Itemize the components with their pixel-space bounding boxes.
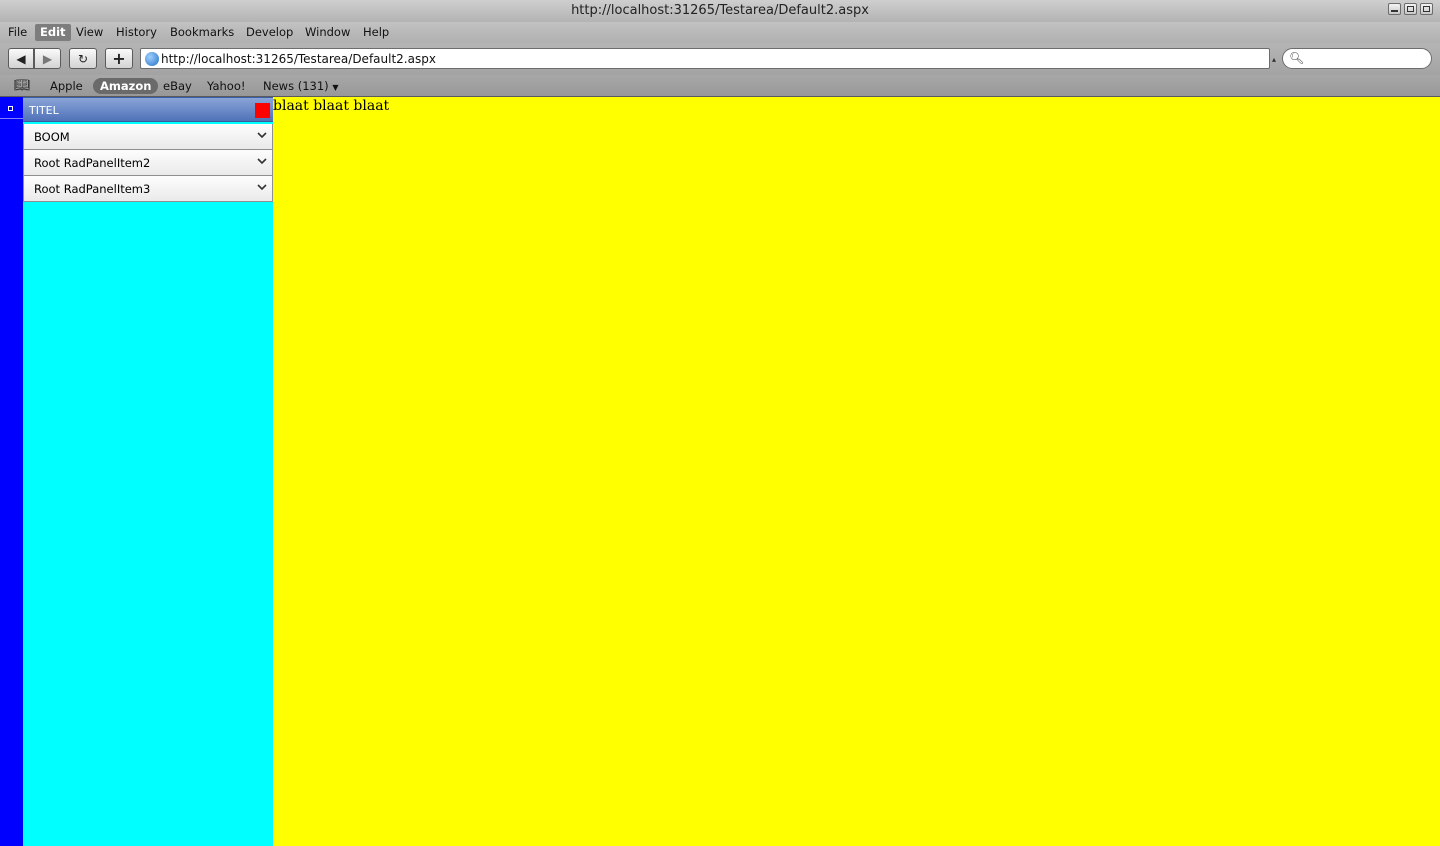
panel-item-root-2[interactable]: Root RadPanelItem2 xyxy=(23,150,273,176)
menu-window[interactable]: Window xyxy=(300,24,355,41)
menu-bookmarks[interactable]: Bookmarks xyxy=(165,24,239,41)
address-bar[interactable] xyxy=(140,48,1270,69)
menu-file[interactable]: File xyxy=(3,24,32,41)
window-titlebar: http://localhost:31265/Testarea/Default2… xyxy=(0,0,1440,22)
pane-title: TITEL xyxy=(29,104,59,117)
menu-edit[interactable]: Edit xyxy=(35,24,71,41)
web-page: TITEL BOOM Root RadPanelItem2 Root RadPa… xyxy=(0,97,1440,846)
search-input[interactable] xyxy=(1309,51,1424,66)
menu-view[interactable]: View xyxy=(71,24,108,41)
panel-item-label: BOOM xyxy=(34,130,70,144)
side-pane: TITEL BOOM Root RadPanelItem2 Root RadPa… xyxy=(23,97,273,846)
bookmark-yahoo[interactable]: Yahoo! xyxy=(200,78,252,94)
menu-develop[interactable]: Develop xyxy=(241,24,298,41)
forward-button[interactable]: ▶ xyxy=(34,48,61,69)
menu-history[interactable]: History xyxy=(111,24,162,41)
bookmark-ebay[interactable]: eBay xyxy=(156,78,199,94)
add-bookmark-button[interactable]: + xyxy=(105,48,133,69)
content-area: blaat blaat blaat xyxy=(273,97,1440,846)
menu-help[interactable]: Help xyxy=(358,24,394,41)
menu-bar: File Edit View History Bookmarks Develop… xyxy=(0,22,1440,43)
panel-item-label: Root RadPanelItem3 xyxy=(34,182,151,196)
forward-arrow-icon: ▶ xyxy=(42,51,53,66)
snapback-icon[interactable]: ▴ xyxy=(1272,55,1278,64)
panel-item-root-3[interactable]: Root RadPanelItem3 xyxy=(23,176,273,202)
bookmarks-bar: 📖︎ Apple Amazon eBay Yahoo! News (131) ▼ xyxy=(0,75,1440,97)
bookmark-news-label: News (131) xyxy=(263,79,329,93)
navigation-toolbar: ◀ ▶ ↻ + ▴ 🔍︎ xyxy=(0,43,1440,75)
globe-icon xyxy=(145,52,159,66)
chevron-down-icon xyxy=(257,132,267,139)
reload-icon: ↻ xyxy=(77,51,89,66)
strip-divider xyxy=(0,118,23,119)
panel-item-boom[interactable]: BOOM xyxy=(23,124,273,150)
bookmark-news[interactable]: News (131) ▼ xyxy=(256,78,345,94)
content-text: blaat blaat blaat xyxy=(273,98,390,114)
minimize-icon[interactable] xyxy=(1388,3,1401,15)
back-arrow-icon: ◀ xyxy=(16,51,26,66)
chevron-down-icon xyxy=(257,158,267,165)
panel-item-label: Root RadPanelItem2 xyxy=(34,156,151,170)
window-title: http://localhost:31265/Testarea/Default2… xyxy=(571,3,869,18)
reload-button[interactable]: ↻ xyxy=(69,48,97,69)
back-button[interactable]: ◀ xyxy=(8,48,34,69)
plus-icon: + xyxy=(112,49,126,68)
pin-icon[interactable] xyxy=(8,106,13,111)
bookmark-amazon[interactable]: Amazon xyxy=(93,78,159,94)
maximize-icon[interactable] xyxy=(1404,3,1417,15)
bookmarks-book-icon[interactable]: 📖︎ xyxy=(14,78,31,93)
bookmark-apple[interactable]: Apple xyxy=(43,78,90,94)
pane-header: TITEL xyxy=(23,97,273,122)
chevron-down-icon xyxy=(257,184,267,191)
dock-strip xyxy=(0,97,23,846)
search-icon: 🔍︎ xyxy=(1289,51,1305,65)
window-restore-icon[interactable] xyxy=(1420,3,1433,15)
address-input[interactable] xyxy=(161,51,1261,67)
close-icon[interactable] xyxy=(255,103,270,118)
dropdown-arrow-icon: ▼ xyxy=(332,83,339,92)
search-field[interactable]: 🔍︎ xyxy=(1282,48,1432,69)
